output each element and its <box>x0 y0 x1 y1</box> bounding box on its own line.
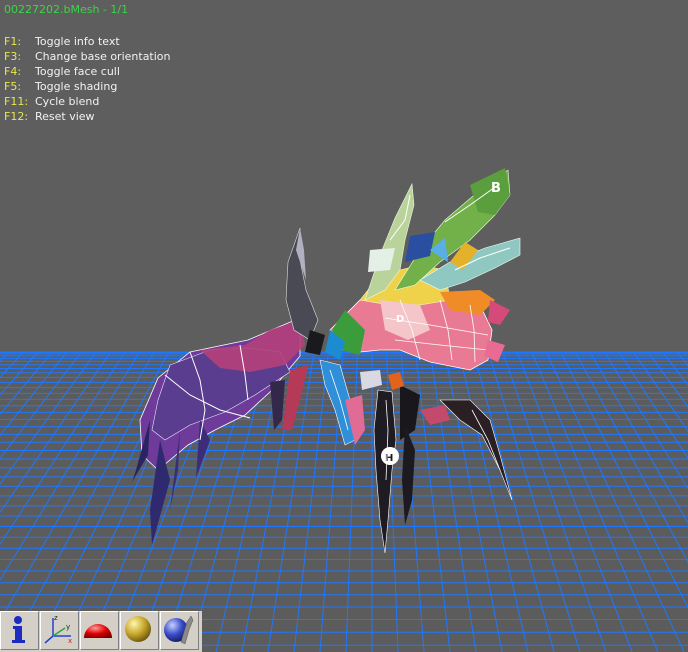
sphere-button[interactable] <box>120 611 159 650</box>
toolbar: z x y <box>0 611 202 652</box>
svg-text:y: y <box>66 623 70 631</box>
3d-viewport[interactable]: B D H 00227202.bMesh - 1/1 F1: Toggle in… <box>0 0 688 652</box>
help-row-f11: F11: Cycle blend <box>4 94 171 109</box>
svg-text:x: x <box>68 637 72 645</box>
help-row-f1: F1: Toggle info text <box>4 34 171 49</box>
help-action: Reset view <box>35 110 95 123</box>
dome-icon <box>84 624 112 638</box>
svg-text:D: D <box>396 314 404 325</box>
help-action: Change base orientation <box>35 50 171 63</box>
shaded-sphere-button[interactable] <box>160 611 199 650</box>
help-row-f4: F4: Toggle face cull <box>4 64 171 79</box>
help-action: Toggle info text <box>35 35 120 48</box>
help-row-f5: F5: Toggle shading <box>4 79 171 94</box>
info-button[interactable] <box>0 611 39 650</box>
help-overlay: F1: Toggle info text F3: Change base orien… <box>4 34 171 124</box>
help-row-f3: F3: Change base orientation <box>4 49 171 64</box>
help-key: F5: <box>4 80 22 93</box>
axes-icon: z x y <box>44 614 72 645</box>
help-key: F12: <box>4 110 29 123</box>
axes-button[interactable]: z x y <box>40 611 79 650</box>
help-key: F1: <box>4 35 22 48</box>
svg-text:B: B <box>491 181 501 196</box>
svg-text:z: z <box>54 614 58 622</box>
help-action: Cycle blend <box>35 95 100 108</box>
help-key: F3: <box>4 50 22 63</box>
info-icon <box>12 616 25 643</box>
help-action: Toggle shading <box>35 80 118 93</box>
help-key: F4: <box>4 65 22 78</box>
help-key: F11: <box>4 95 29 108</box>
help-row-f12: F12: Reset view <box>4 109 171 124</box>
shaded-sphere-icon <box>164 615 194 645</box>
help-action: Toggle face cull <box>35 65 120 78</box>
svg-text:H: H <box>385 453 393 464</box>
dome-button[interactable] <box>80 611 119 650</box>
sphere-icon <box>125 616 151 642</box>
window-title: 00227202.bMesh - 1/1 <box>4 3 129 16</box>
